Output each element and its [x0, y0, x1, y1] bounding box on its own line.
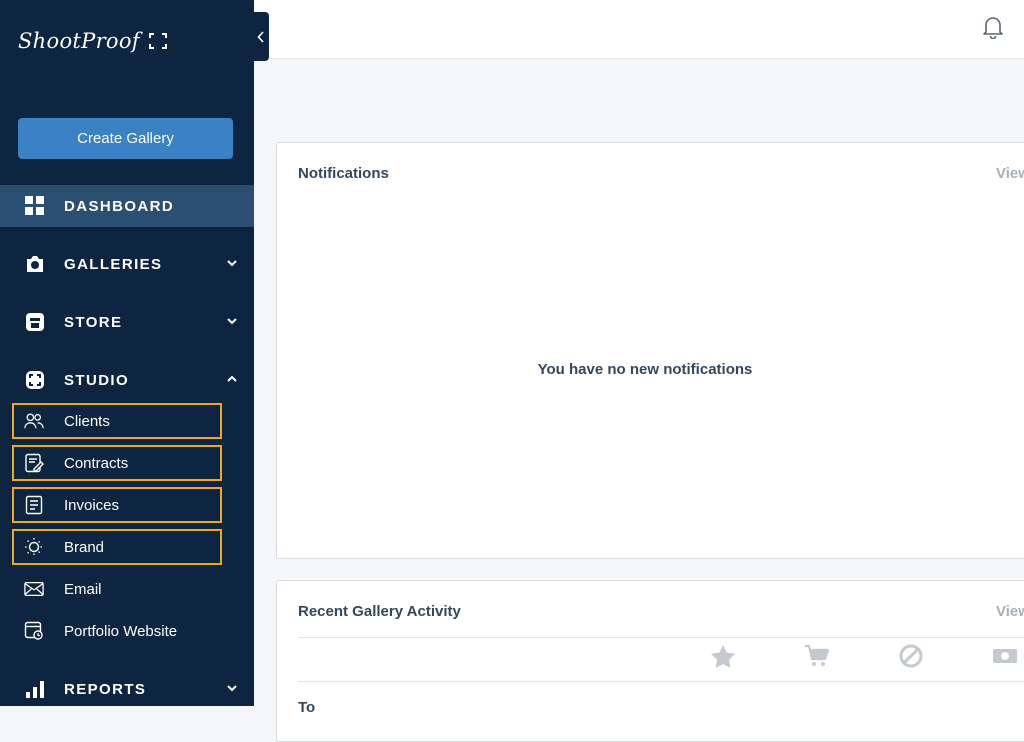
shootproof-logo[interactable]: ShootProof [18, 26, 168, 56]
notifications-title: Notifications [298, 165, 389, 182]
chevron-up-icon [227, 375, 237, 382]
grid-icon [24, 195, 46, 217]
bar-chart-icon [24, 678, 46, 700]
chevron-down-icon [227, 318, 237, 325]
nav-store-label: STORE [64, 313, 123, 331]
bell-icon[interactable] [982, 15, 1004, 39]
divider [298, 681, 1024, 682]
nav-galleries-label: GALLERIES [64, 255, 163, 273]
chevron-down-icon [227, 260, 237, 267]
sidebar-item-brand-label: Brand [64, 538, 105, 556]
sidebar-item-email-label: Email [64, 580, 102, 598]
store-icon [24, 311, 46, 333]
nav-store[interactable]: STORE [0, 301, 254, 343]
sidebar-item-invoices[interactable]: Invoices [12, 487, 222, 523]
blocked-icon [897, 643, 925, 669]
collapse-sidebar-button[interactable] [252, 12, 269, 61]
sidebar-item-email[interactable]: Email [12, 571, 222, 607]
studio-icon [24, 369, 46, 391]
recent-activity-card: Recent Gallery Activity View To [276, 580, 1024, 742]
recent-activity-title: Recent Gallery Activity [298, 603, 461, 620]
divider [298, 637, 1024, 638]
sidebar-item-clients[interactable]: Clients [12, 403, 222, 439]
cart-icon [803, 643, 831, 669]
invoice-icon [24, 495, 44, 515]
nav-studio[interactable]: STUDIO [0, 359, 254, 401]
sun-icon [24, 537, 44, 557]
sidebar-item-contracts[interactable]: Contracts [12, 445, 222, 481]
logo-text: ShootProof [18, 29, 140, 53]
sidebar-item-invoices-label: Invoices [64, 496, 120, 514]
star-icon [709, 643, 737, 669]
nav-dashboard[interactable]: DASHBOARD [0, 185, 254, 227]
money-icon [991, 643, 1019, 669]
chevron-down-icon [227, 685, 237, 692]
no-notifications-message: You have no new notifications [537, 361, 753, 378]
top-bar [254, 0, 1024, 59]
website-icon [24, 621, 44, 641]
nav-reports[interactable]: REPORTS [0, 668, 254, 710]
envelope-icon [24, 579, 44, 599]
notifications-view-link[interactable]: View [996, 165, 1024, 182]
sidebar-item-clients-label: Clients [64, 412, 110, 430]
camera-icon [24, 253, 46, 275]
create-gallery-button[interactable]: Create Gallery [18, 118, 233, 159]
contract-icon [24, 453, 44, 473]
sidebar: ShootProof Create Gallery DASHBOARD GALL… [0, 0, 254, 706]
nav-galleries[interactable]: GALLERIES [0, 243, 254, 285]
viewfinder-icon [148, 33, 167, 49]
sidebar-item-contracts-label: Contracts [64, 454, 129, 472]
nav-studio-label: STUDIO [64, 371, 130, 389]
sidebar-item-portfolio-label: Portfolio Website [64, 622, 178, 640]
sidebar-item-brand[interactable]: Brand [12, 529, 222, 565]
nav-reports-label: REPORTS [64, 680, 147, 698]
chevron-left-icon [256, 30, 264, 43]
notifications-card: Notifications View You have no new notif… [276, 142, 1024, 559]
nav-dashboard-label: DASHBOARD [64, 197, 175, 215]
activity-row-label: To [298, 699, 316, 716]
recent-activity-view-link[interactable]: View [996, 603, 1024, 620]
users-icon [24, 411, 44, 431]
sidebar-item-portfolio-website[interactable]: Portfolio Website [12, 613, 222, 649]
